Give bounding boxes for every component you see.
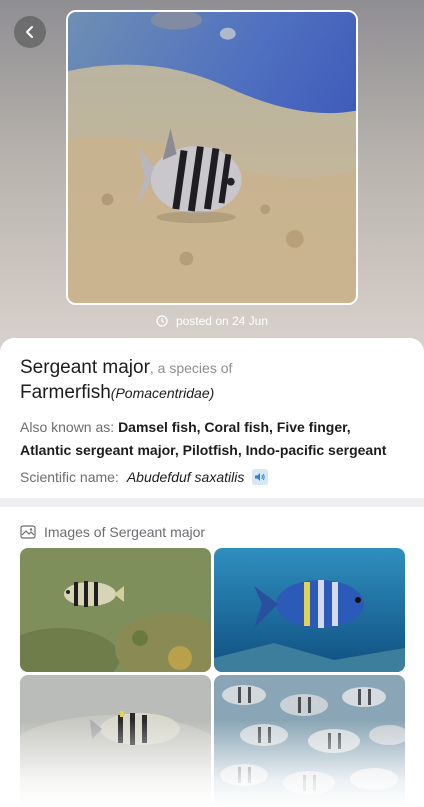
image-thumbnail-4[interactable] xyxy=(214,675,405,807)
scientific-label: Scientific name: xyxy=(20,469,119,485)
speaker-icon[interactable] xyxy=(252,469,269,485)
image-thumbnail-2[interactable] xyxy=(214,548,405,672)
images-header: Images of Sergeant major xyxy=(20,524,205,540)
scientific-name-row: Scientific name: Abudefduf saxatilis xyxy=(20,466,404,488)
main-fish-photo[interactable] xyxy=(66,10,358,305)
posted-date: posted on 24 Jun xyxy=(0,314,424,328)
species-prefix: , a species of xyxy=(149,360,233,376)
image-gallery-icon xyxy=(20,525,36,539)
section-divider xyxy=(0,498,424,507)
species-info-card: Sergeant major, a species of Farmerfish(… xyxy=(0,338,424,498)
image-thumbnail-3[interactable] xyxy=(20,675,211,807)
common-name: Sergeant major xyxy=(20,357,150,378)
images-title: Images of Sergeant major xyxy=(44,524,206,540)
family-line: Farmerfish(Pomacentridae) xyxy=(20,380,404,406)
aka-label: Also known as: xyxy=(20,419,115,435)
species-title: Sergeant major, a species of xyxy=(20,356,404,380)
also-known-as: Also known as: Damsel fish, Coral fish, … xyxy=(20,416,404,462)
clock-icon xyxy=(156,315,168,327)
scientific-value: Abudefduf saxatilis xyxy=(126,469,245,485)
family-scientific: (Pomacentridae) xyxy=(110,385,215,401)
images-section: Images of Sergeant major xyxy=(0,507,424,807)
posted-text: posted on 24 Jun xyxy=(175,314,269,328)
back-button[interactable] xyxy=(14,16,46,48)
family-name[interactable]: Farmerfish xyxy=(20,382,111,403)
hero-area: posted on 24 Jun xyxy=(0,0,424,360)
image-thumbnail-1[interactable] xyxy=(20,548,211,672)
chevron-left-icon xyxy=(26,26,33,38)
